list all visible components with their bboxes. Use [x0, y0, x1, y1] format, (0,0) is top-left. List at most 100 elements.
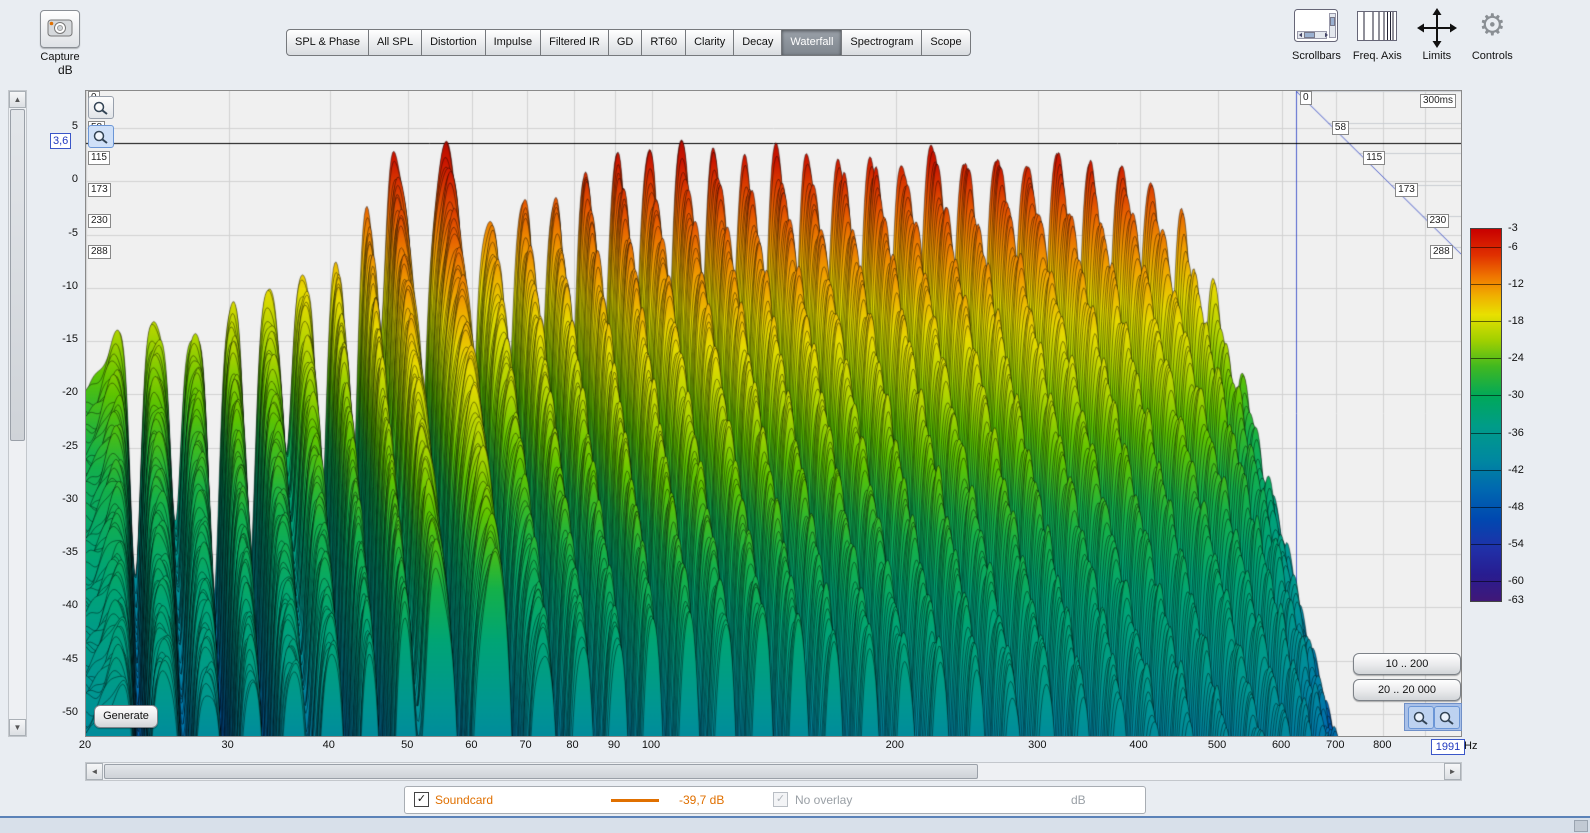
- scrollbars-icon: [1292, 8, 1341, 48]
- colorbar-tick-label: -42: [1508, 464, 1524, 476]
- db-tick-label: 5: [44, 120, 78, 132]
- scroll-down-button[interactable]: ▼: [9, 719, 26, 736]
- limits-icon: [1414, 8, 1460, 48]
- colorbar-tick-label: -60: [1508, 575, 1524, 587]
- generate-button[interactable]: Generate: [94, 705, 158, 728]
- freq-tick-label: 400: [1119, 739, 1159, 751]
- colorbar-tick: [1471, 358, 1501, 359]
- freq-axis-icon: [1353, 8, 1402, 48]
- view-button-controls[interactable]: ⚙Controls: [1472, 8, 1513, 62]
- vertical-scroll-thumb[interactable]: [10, 109, 25, 441]
- overlay-unit: dB: [1071, 793, 1086, 807]
- tab-scope[interactable]: Scope: [921, 29, 970, 56]
- tab-rt60[interactable]: RT60: [641, 29, 686, 56]
- time-tick-label: 230: [88, 214, 111, 228]
- magnifier-icon: [1438, 710, 1456, 726]
- db-tick-label: -45: [44, 653, 78, 665]
- soundcard-checkbox[interactable]: ✓: [414, 792, 429, 807]
- zoom-x-in-button[interactable]: [1434, 706, 1460, 729]
- freq-axis-unit: Hz: [1464, 740, 1477, 752]
- view-button-label: Controls: [1472, 50, 1513, 62]
- scroll-right-button[interactable]: ►: [1444, 763, 1461, 780]
- tab-distortion[interactable]: Distortion: [421, 29, 485, 56]
- colorbar-tick: [1471, 507, 1501, 508]
- colorbar-tick-label: -54: [1508, 538, 1524, 550]
- time-tick-label: 115: [88, 151, 110, 165]
- freq-tick-label: 200: [875, 739, 915, 751]
- freq-tick-label: 800: [1362, 739, 1402, 751]
- freq-tick-label: 50: [387, 739, 427, 751]
- decay-colorbar: -3-6-12-18-24-30-36-42-48-54-60-63: [1468, 220, 1578, 625]
- db-tick-label: -15: [44, 333, 78, 345]
- zoom-x-out-button[interactable]: [1408, 706, 1434, 729]
- scroll-up-button[interactable]: ▲: [9, 91, 26, 108]
- view-button-scrollbars[interactable]: Scrollbars: [1292, 8, 1341, 62]
- freq-tick-label: 700: [1315, 739, 1355, 751]
- horizontal-scrollbar[interactable]: ◄ ►: [85, 762, 1462, 781]
- magnifier-icon: [92, 100, 110, 116]
- colorbar-tick-label: -24: [1508, 352, 1524, 364]
- capture-button[interactable]: [40, 10, 80, 48]
- colorbar-tick-label: -30: [1508, 389, 1524, 401]
- colorbar-tick-label: -48: [1508, 501, 1524, 513]
- db-tick-label: -30: [44, 493, 78, 505]
- zoom-x-panel: [1404, 703, 1462, 731]
- time-tick-label: 173: [88, 183, 111, 197]
- db-tick-label: -25: [44, 440, 78, 452]
- colorbar-tick: [1471, 544, 1501, 545]
- camera-icon: [46, 16, 74, 43]
- view-button-freq-axis[interactable]: Freq. Axis: [1353, 8, 1402, 62]
- tab-waterfall[interactable]: Waterfall: [781, 29, 842, 56]
- zoom-y-button[interactable]: [88, 96, 114, 119]
- tab-impulse[interactable]: Impulse: [485, 29, 542, 56]
- freq-tick-label: 80: [553, 739, 593, 751]
- colorbar-tick: [1471, 284, 1501, 285]
- freq-tick-label: 600: [1261, 739, 1301, 751]
- vertical-scrollbar[interactable]: ▲ ▼: [8, 90, 27, 737]
- horizontal-scroll-thumb[interactable]: [104, 764, 978, 779]
- db-cursor-readout[interactable]: 3,6: [50, 133, 71, 149]
- time-axis-max-label: 300ms: [1420, 94, 1456, 108]
- view-button-limits[interactable]: Limits: [1414, 8, 1460, 62]
- tab-all-spl[interactable]: All SPL: [368, 29, 422, 56]
- trace-color-sample: [611, 799, 659, 802]
- colorbar-tick: [1471, 321, 1501, 322]
- graph-tab-bar: SPL & PhaseAll SPLDistortionImpulseFilte…: [286, 29, 971, 56]
- resize-grip[interactable]: [1574, 820, 1588, 832]
- freq-tick-label: 300: [1017, 739, 1057, 751]
- scroll-left-button[interactable]: ◄: [86, 763, 103, 780]
- range-20-20000-button[interactable]: 20 .. 20 000: [1353, 679, 1461, 701]
- waterfall-plot-area: 058115173230288 058115173230288 300ms Ge…: [85, 90, 1462, 737]
- zoom-y-fit-button[interactable]: [88, 125, 114, 148]
- colorbar-tick-label: -12: [1508, 278, 1524, 290]
- tab-spl-phase[interactable]: SPL & Phase: [286, 29, 369, 56]
- colorbar-tick: [1471, 433, 1501, 434]
- freq-tick-label: 40: [309, 739, 349, 751]
- view-button-label: Limits: [1414, 50, 1460, 62]
- db-axis-title: dB: [58, 63, 73, 77]
- colorbar-tick-label: -36: [1508, 427, 1524, 439]
- colorbar-tick: [1471, 247, 1501, 248]
- tab-gd[interactable]: GD: [608, 29, 643, 56]
- colorbar-tick: [1471, 395, 1501, 396]
- colorbar-tick-label: -6: [1508, 241, 1518, 253]
- tab-filtered-ir[interactable]: Filtered IR: [540, 29, 609, 56]
- overlay-label: No overlay: [795, 793, 852, 807]
- colorbar-tick-label: -18: [1508, 315, 1524, 327]
- measurement-status-bar: ✓ Soundcard -39,7 dB ✓ No overlay dB: [404, 786, 1146, 814]
- time-tick-label: 288: [1430, 245, 1453, 259]
- no-overlay-checkbox[interactable]: ✓: [773, 792, 788, 807]
- time-tick-label: 0: [1300, 91, 1312, 105]
- range-10-200-button[interactable]: 10 .. 200: [1353, 653, 1461, 675]
- time-tick-label: 115: [1363, 151, 1385, 165]
- freq-tick-label: 20: [65, 739, 105, 751]
- freq-cursor-readout[interactable]: 1991: [1431, 739, 1465, 755]
- tab-decay[interactable]: Decay: [733, 29, 782, 56]
- view-button-group: ScrollbarsFreq. Axis Limits ⚙Controls: [1292, 8, 1513, 62]
- waterfall-canvas[interactable]: [86, 91, 1461, 736]
- db-tick-label: -20: [44, 386, 78, 398]
- time-tick-label: 173: [1395, 183, 1418, 197]
- colorbar-tick: [1471, 581, 1501, 582]
- tab-spectrogram[interactable]: Spectrogram: [841, 29, 922, 56]
- tab-clarity[interactable]: Clarity: [685, 29, 734, 56]
